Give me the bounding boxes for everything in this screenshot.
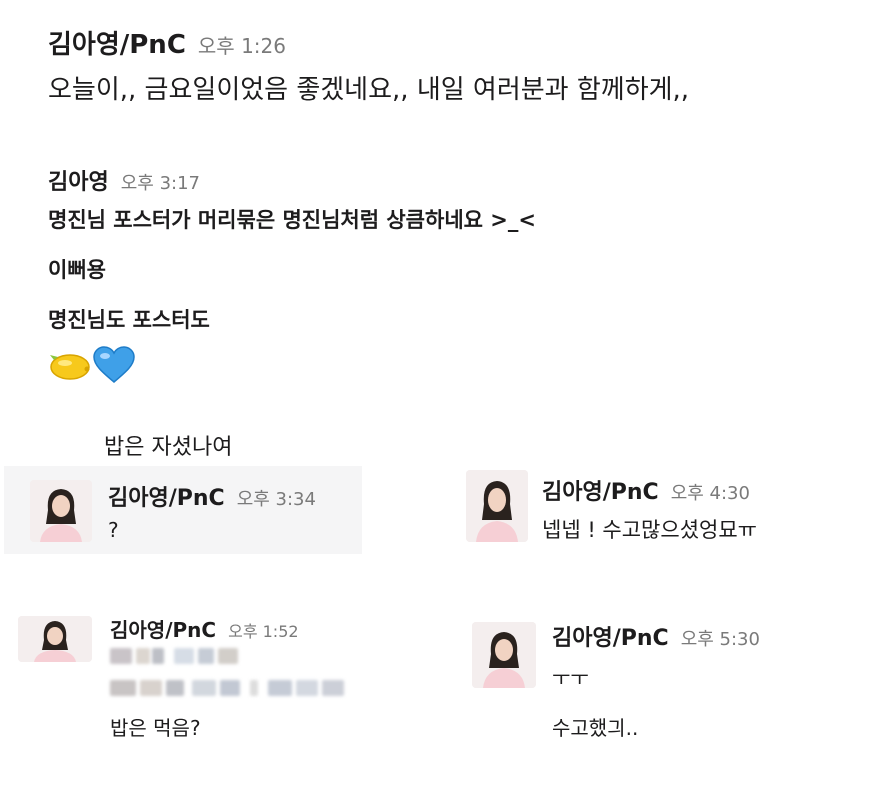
message-card-a[interactable]: 김아영/PnC 오후 3:34 ? <box>4 466 362 554</box>
sender-name[interactable]: 김아영/PnC <box>48 24 186 61</box>
timestamp[interactable]: 오후 1:26 <box>198 30 286 59</box>
timestamp[interactable]: 오후 3:34 <box>237 485 316 511</box>
message-card-c[interactable]: 김아영/PnC 오후 1:52 밥은 먹음? <box>18 612 418 752</box>
avatar[interactable] <box>472 622 536 688</box>
message-card-d[interactable]: 김아영/PnC 오후 5:30 ㅜㅜ 수고했긔.. <box>470 614 864 754</box>
timestamp[interactable]: 오후 5:30 <box>681 625 760 651</box>
message-top[interactable]: 김아영/PnC 오후 1:26 오늘이,, 금요일이었음 좋겠네요,, 내일 여러… <box>48 24 689 106</box>
sender-name[interactable]: 김아영/PnC <box>542 474 659 506</box>
message-text: 넵넵 ! 수고많으셨엉묘ㅠ <box>542 518 757 542</box>
floating-message-text: 밥은 자셨나여 <box>104 435 233 460</box>
avatar[interactable] <box>30 480 92 542</box>
message-text-line-2: 이뻐용 <box>48 258 106 282</box>
message-text-line-1: 명진님 포스터가 머리묶은 명진님처럼 상큼하네요 >_< <box>48 208 536 232</box>
sender-name[interactable]: 김아영/PnC <box>108 480 225 512</box>
sender-name[interactable]: 김아영/PnC <box>552 620 669 652</box>
redacted-text-line-2 <box>110 680 350 696</box>
timestamp[interactable]: 오후 1:52 <box>228 618 298 642</box>
redacted-text-line-1 <box>110 648 240 664</box>
message-text: 밥은 먹음? <box>110 716 201 740</box>
message-second[interactable]: 김아영 오후 3:17 명진님 포스터가 머리묶은 명진님처럼 상큼하네요 >_<… <box>48 164 536 384</box>
message-text-line-2: 수고했긔.. <box>552 716 639 740</box>
avatar[interactable] <box>18 616 92 662</box>
emoji-row <box>48 346 536 384</box>
message-text: ? <box>108 518 119 542</box>
timestamp[interactable]: 오후 4:30 <box>671 479 750 505</box>
message-text-line-3: 명진님도 포스터도 <box>48 308 210 332</box>
blue-heart-emoji <box>92 346 136 384</box>
lemon-emoji <box>48 348 90 382</box>
message-text: 오늘이,, 금요일이었음 좋겠네요,, 내일 여러분과 함께하게,, <box>48 75 690 105</box>
message-card-b[interactable]: 김아영/PnC 오후 4:30 넵넵 ! 수고많으셨엉묘ㅠ <box>464 466 864 554</box>
avatar[interactable] <box>466 470 528 542</box>
timestamp[interactable]: 오후 3:17 <box>121 169 200 195</box>
sender-name[interactable]: 김아영 <box>48 164 109 196</box>
message-text-line-1: ㅜㅜ <box>552 666 589 690</box>
sender-name[interactable]: 김아영/PnC <box>110 614 216 643</box>
